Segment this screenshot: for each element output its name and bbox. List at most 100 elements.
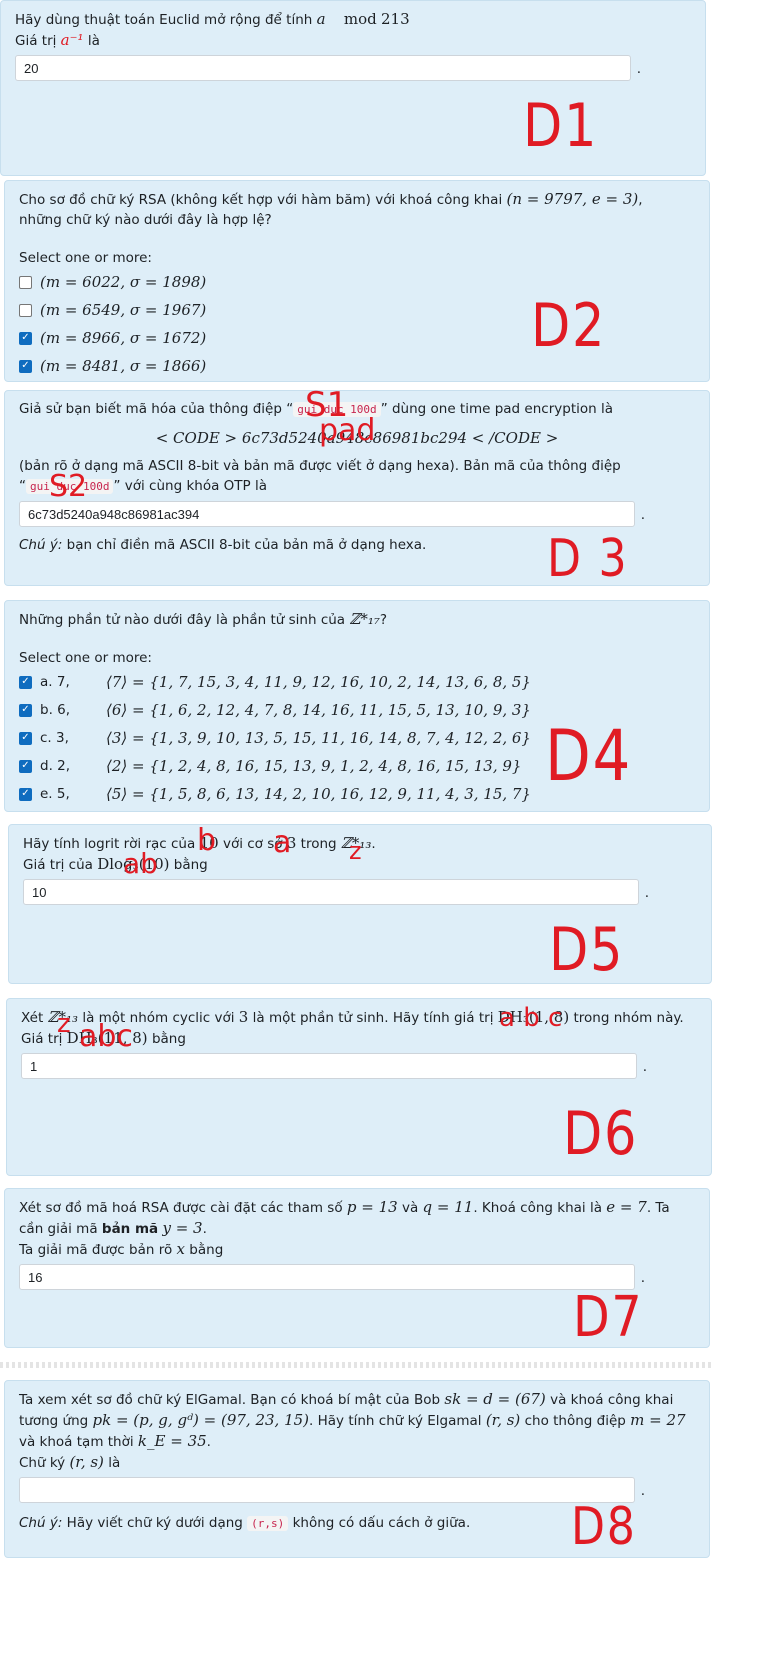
q7-bold: bản mã — [101, 1221, 159, 1237]
q8-period: . — [640, 1483, 645, 1499]
q2-annotation-label: D2 — [531, 291, 607, 361]
q6-annotation-abc-1: a b c — [499, 1003, 563, 1033]
q2-option-3-label: (m = 8966, σ = 1672) — [40, 329, 207, 347]
q7-prompt-1: Xét sơ đồ mã hoá RSA được cài đặt các th… — [19, 1200, 343, 1216]
question-card-2: Cho sơ đồ chữ ký RSA (không kết hợp với … — [4, 180, 710, 382]
q6-annotation-label: D6 — [563, 1099, 639, 1169]
q4-option-a-letter: a. 7, — [40, 674, 70, 690]
q7-e: e = 7 — [606, 1198, 647, 1216]
q6-generator: 3 — [238, 1008, 249, 1026]
q4-option-b-checkbox[interactable] — [19, 703, 32, 717]
q3-answer-input[interactable] — [19, 501, 635, 527]
q2-option-4-checkbox[interactable] — [19, 359, 32, 373]
q2-option-2-label: (m = 6549, σ = 1967) — [40, 301, 207, 319]
q6-annotation-z: z — [57, 1009, 71, 1039]
q4-group: ℤ*₁₇ — [349, 610, 380, 628]
q7-value-label-pre: Ta giải mã được bản rõ — [19, 1242, 173, 1258]
q8-prompt-5: cho thông điệp — [524, 1413, 626, 1429]
q7-prompt-3: . Ta — [646, 1200, 670, 1216]
q4-option-a-checkbox[interactable] — [19, 675, 32, 689]
q5-period: . — [644, 885, 649, 901]
q8-prompt-6: và khoá tạm thời — [19, 1434, 134, 1450]
q2-prompt-2: những chữ ký nào dưới đây là hợp lệ? — [19, 212, 272, 228]
q5-annotation-a: a — [273, 825, 292, 860]
q1-modval: 213 — [381, 10, 410, 28]
q1-expr: a — [316, 10, 326, 28]
q4-option-e-checkbox[interactable] — [19, 787, 32, 801]
q8-note-code: (r,s) — [247, 1516, 289, 1531]
q7-q: q = 11 — [422, 1198, 474, 1216]
q8-pk: pk = (p, g, gᵈ) = (97, 23, 15) — [92, 1411, 310, 1429]
q3-note-label: Chú ý: — [19, 537, 63, 553]
q8-prompt-4: . Hãy tính chữ ký Elgamal — [309, 1413, 482, 1429]
q3-prompt-1: Giả sử bạn biết mã hóa của thông điệp “ — [19, 401, 294, 417]
q6-prompt-1: Xét — [21, 1010, 44, 1026]
q5-prompt-3: trong — [300, 836, 337, 852]
q4-prompt: Những phần tử nào dưới đây là phần tử si… — [19, 612, 346, 628]
q7-annotation-label: D7 — [573, 1285, 644, 1350]
q1-value-label-post: là — [87, 33, 100, 49]
q8-answer-input[interactable] — [19, 1477, 635, 1503]
q8-prompt-2: và khoá công khai — [550, 1392, 674, 1408]
q4-option-d-set: ⟨2⟩ = {1, 2, 4, 8, 16, 15, 13, 9, 1, 2, … — [106, 757, 522, 775]
q5-annotation-b: b — [197, 823, 217, 858]
q8-prompt-1: Ta xem xét sơ đồ chữ ký ElGamal. Bạn có … — [19, 1392, 441, 1408]
q2-option-4-label: (m = 8481, σ = 1866) — [40, 357, 207, 375]
q6-value-label-post: bằng — [151, 1031, 186, 1047]
q7-x: x — [176, 1240, 185, 1258]
q6-answer-input[interactable] — [21, 1053, 637, 1079]
q8-ke: k_E = 35 — [137, 1432, 207, 1450]
question-card-1: Hãy dùng thuật toán Euclid mở rộng để tí… — [0, 0, 706, 176]
q5-annotation-z: z — [349, 837, 362, 865]
q6-period: . — [642, 1059, 647, 1075]
dotted-separator — [0, 1362, 712, 1368]
question-card-4: Những phần tử nào dưới đây là phần tử si… — [4, 600, 710, 812]
q4-option-c-checkbox[interactable] — [19, 731, 32, 745]
q7-answer-input[interactable] — [19, 1264, 635, 1290]
q3-prompt-2: ” dùng one time pad encryption là — [380, 401, 613, 417]
q5-prompt-1: Hãy tính logrit rời rạc của — [23, 836, 196, 852]
q8-rs-2: (r, s) — [69, 1453, 104, 1471]
q6-prompt-3: là một phần tử sinh. Hãy tính giá trị — [252, 1010, 494, 1026]
q5-answer-input[interactable] — [23, 879, 639, 905]
q4-option-c-letter: c. 3, — [40, 730, 69, 746]
q3-prompt-4: ” với cùng khóa OTP là — [113, 478, 267, 494]
q8-sk: sk = d = (67) — [444, 1390, 546, 1408]
q3-annotation-pad: pad — [319, 413, 376, 448]
q1-answer-input[interactable] — [15, 55, 631, 81]
question-card-5: Hãy tính logrit rời rạc của 10 với cơ sở… — [8, 823, 712, 985]
q3-prompt-3: (bản rõ ở dạng mã ASCII 8-bit và bản mã … — [19, 458, 621, 474]
q7-prompt-4: cần giải mã — [19, 1221, 98, 1237]
q8-note-label: Chú ý: — [19, 1515, 63, 1531]
q2-option-1-checkbox[interactable] — [19, 275, 32, 289]
q5-annotation-label: D5 — [549, 915, 625, 985]
q4-option-d-checkbox[interactable] — [19, 759, 32, 773]
q2-option-2-checkbox[interactable] — [19, 303, 32, 317]
q4-option-e-letter: e. 5, — [40, 786, 70, 802]
q1-annotation-label: D1 — [523, 91, 599, 161]
q8-prompt-3: tương ứng — [19, 1413, 89, 1429]
q5-value-label-post: bằng — [173, 857, 208, 873]
question-card-6: Xét ℤ*₁₃ là một nhóm cyclic với 3 là một… — [6, 998, 712, 1176]
q8-note-1: Hãy viết chữ ký dưới dạng — [66, 1515, 243, 1531]
q2-option-3-checkbox[interactable] — [19, 331, 32, 345]
q4-option-d-letter: d. 2, — [40, 758, 71, 774]
q4-option-b-letter: b. 6, — [40, 702, 71, 718]
q2-select-hint: Select one or more: — [19, 250, 152, 266]
q6-annotation-abc-2: abc — [79, 1019, 133, 1054]
q4-annotation-label: D4 — [545, 715, 633, 797]
question-card-3: Giả sử bạn biết mã hóa của thông điệp “g… — [4, 385, 710, 589]
q7-p: p = 13 — [346, 1198, 398, 1216]
q1-prompt: Hãy dùng thuật toán Euclid mở rộng để tí… — [15, 12, 313, 28]
q2-option-1-label: (m = 6022, σ = 1898) — [40, 273, 207, 291]
q3-annotation-s2: S2 — [49, 469, 88, 504]
question-card-7: Xét sơ đồ mã hoá RSA được cài đặt các th… — [4, 1188, 710, 1350]
q8-rs: (r, s) — [485, 1411, 521, 1429]
q1-mod: mod — [343, 10, 377, 28]
q8-annotation-label: D8 — [571, 1497, 637, 1557]
q4-option-c-set: ⟨3⟩ = {1, 3, 9, 10, 13, 5, 15, 11, 16, 1… — [106, 729, 531, 747]
q1-value-label-pre: Giá trị — [15, 33, 57, 49]
q1-period: . — [636, 61, 641, 77]
q8-value-label-post: là — [108, 1455, 121, 1471]
q3-period: . — [640, 507, 645, 523]
